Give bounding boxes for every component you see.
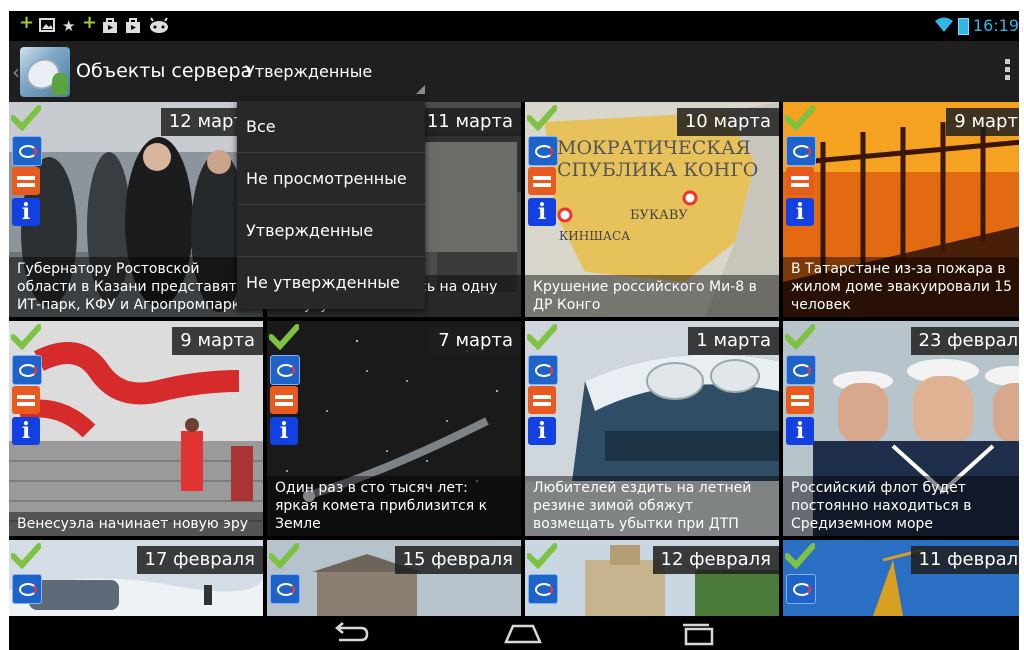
approved-check-icon (526, 543, 558, 570)
dropdown-option-not-approved[interactable]: Не утвержденные (237, 257, 425, 309)
tile-date: 11 февраля (910, 546, 1019, 574)
approved-check-icon (10, 105, 42, 132)
tile-caption: Любителей ездить на летней резине зимой … (525, 476, 779, 536)
flag-icon[interactable] (270, 574, 300, 604)
approved-check-icon (10, 324, 42, 351)
flag-icon[interactable] (786, 355, 816, 385)
flag-icon[interactable] (12, 355, 42, 385)
app-title: Объекты сервера (76, 60, 253, 82)
news-tile[interactable]: i 9 марта Венесуэла начинает новую эру (9, 321, 263, 536)
info-icon[interactable]: i (12, 198, 40, 226)
tile-date: 15 февраля (394, 546, 521, 574)
navigation-bar (9, 616, 1019, 650)
news-tile[interactable]: МОКРАТИЧЕСКАЯ СПУБЛИКА КОНГО БУКАВУ КИНШ… (525, 102, 779, 317)
flag-icon[interactable] (786, 136, 816, 166)
device-screen: + ★ + 16:19 ‹ Объекты сервера Утвержденн… (9, 11, 1019, 650)
battery-icon (958, 18, 969, 35)
flag-icon[interactable] (270, 355, 300, 385)
flag-icon[interactable] (528, 136, 558, 166)
back-icon[interactable] (331, 622, 371, 646)
flag-icon[interactable] (786, 574, 816, 604)
overflow-menu-icon[interactable] (1005, 59, 1011, 83)
dropdown-option-all[interactable]: Все (237, 101, 425, 153)
tile-date: 9 марта (172, 327, 263, 355)
map-label-city-1: БУКАВУ (630, 208, 688, 223)
filter-dropdown-menu: Все Не просмотренные Утвержденные Не утв… (237, 101, 425, 309)
info-icon[interactable]: i (786, 198, 814, 226)
approved-check-icon (268, 324, 300, 351)
map-label-country-2: СПУБЛИКА КОНГО (557, 159, 758, 181)
filter-spinner[interactable]: Утвержденные (243, 41, 431, 102)
flag-icon[interactable] (12, 574, 42, 604)
info-icon[interactable]: i (528, 198, 556, 226)
info-icon[interactable]: i (270, 417, 298, 445)
news-grid: i 12 марта Губернатору Ростовской област… (9, 102, 1019, 616)
image-icon (39, 17, 55, 37)
tile-date: 11 марта (418, 108, 521, 136)
dropdown-option-unviewed[interactable]: Не просмотренные (237, 153, 425, 205)
recent-apps-icon[interactable] (677, 622, 717, 646)
news-tile[interactable]: 11 февраля (783, 540, 1019, 616)
tile-date: 10 марта (676, 108, 779, 136)
approved-check-icon (10, 543, 42, 570)
app-logo[interactable] (20, 47, 70, 97)
flag-icon[interactable] (528, 574, 558, 604)
handshake-icon[interactable] (270, 386, 298, 414)
tile-date: 1 марта (688, 327, 779, 355)
tile-caption: Один раз в сто тысяч лет: яркая комета п… (267, 476, 521, 536)
approved-check-icon (784, 543, 816, 570)
handshake-icon[interactable] (12, 386, 40, 414)
news-tile[interactable]: i 7 марта Один раз в сто тысяч лет: ярка… (267, 321, 521, 536)
home-icon[interactable] (503, 622, 543, 646)
news-tile[interactable]: 12 февраля (525, 540, 779, 616)
tile-date: 23 февраля (910, 327, 1019, 355)
tile-date: 12 февраля (652, 546, 779, 574)
clock: 16:19 (972, 16, 1019, 35)
approved-check-icon (784, 324, 816, 351)
tile-caption: Крушение российского Ми-8 в ДР Конго (525, 275, 779, 317)
info-icon[interactable]: i (528, 417, 556, 445)
news-tile[interactable]: i 1 марта Любителей ездить на летней рез… (525, 321, 779, 536)
spinner-selected-value: Утвержденные (245, 62, 373, 81)
news-tile[interactable]: 15 февраля (267, 540, 521, 616)
map-label-city-2: КИНШАСА (559, 229, 630, 243)
plus-icon: + (19, 12, 35, 33)
up-caret-icon[interactable]: ‹ (12, 60, 20, 84)
tile-caption: В Татарстане из-за пожара в жилом доме э… (783, 257, 1019, 317)
dropdown-option-approved[interactable]: Утвержденные (237, 205, 425, 257)
handshake-icon[interactable] (786, 386, 814, 414)
status-bar: + ★ + 16:19 (9, 11, 1019, 41)
tile-caption: Венесуэла начинает новую эру (9, 512, 263, 536)
tile-caption: Российский флот будет постоянно находить… (783, 476, 1019, 536)
approved-check-icon (784, 105, 816, 132)
tile-date: 17 февраля (136, 546, 263, 574)
action-bar: ‹ Объекты сервера Утвержденные (9, 41, 1019, 104)
star-icon: ★ (62, 17, 76, 35)
news-tile[interactable]: i 9 марта В Татарстане из-за пожара в жи… (783, 102, 1019, 317)
flag-icon[interactable] (528, 355, 558, 385)
approved-check-icon (526, 324, 558, 351)
wifi-icon (935, 17, 953, 37)
plus-icon: + (82, 12, 98, 33)
shopping-bag-icon (102, 17, 118, 38)
map-label-country-1: МОКРАТИЧЕСКАЯ (557, 137, 751, 159)
flag-icon[interactable] (12, 136, 42, 166)
info-icon[interactable]: i (786, 417, 814, 445)
tile-caption: Губернатору Ростовской области в Казани … (9, 257, 263, 317)
tile-date: 7 марта (430, 327, 521, 355)
tile-date: 9 марта (946, 108, 1019, 136)
handshake-icon[interactable] (786, 167, 814, 195)
news-tile[interactable]: 17 февраля (9, 540, 263, 616)
spinner-arrow-icon (416, 85, 425, 94)
approved-check-icon (268, 543, 300, 570)
shopping-bag-icon (125, 17, 141, 38)
approved-check-icon (526, 105, 558, 132)
news-tile[interactable]: i 23 февраля Российский флот будет посто… (783, 321, 1019, 536)
info-icon[interactable]: i (12, 417, 40, 445)
news-tile[interactable]: i 12 марта Губернатору Ростовской област… (9, 102, 263, 317)
handshake-icon[interactable] (528, 386, 556, 414)
handshake-icon[interactable] (12, 167, 40, 195)
handshake-icon[interactable] (528, 167, 556, 195)
android-icon (149, 17, 169, 37)
